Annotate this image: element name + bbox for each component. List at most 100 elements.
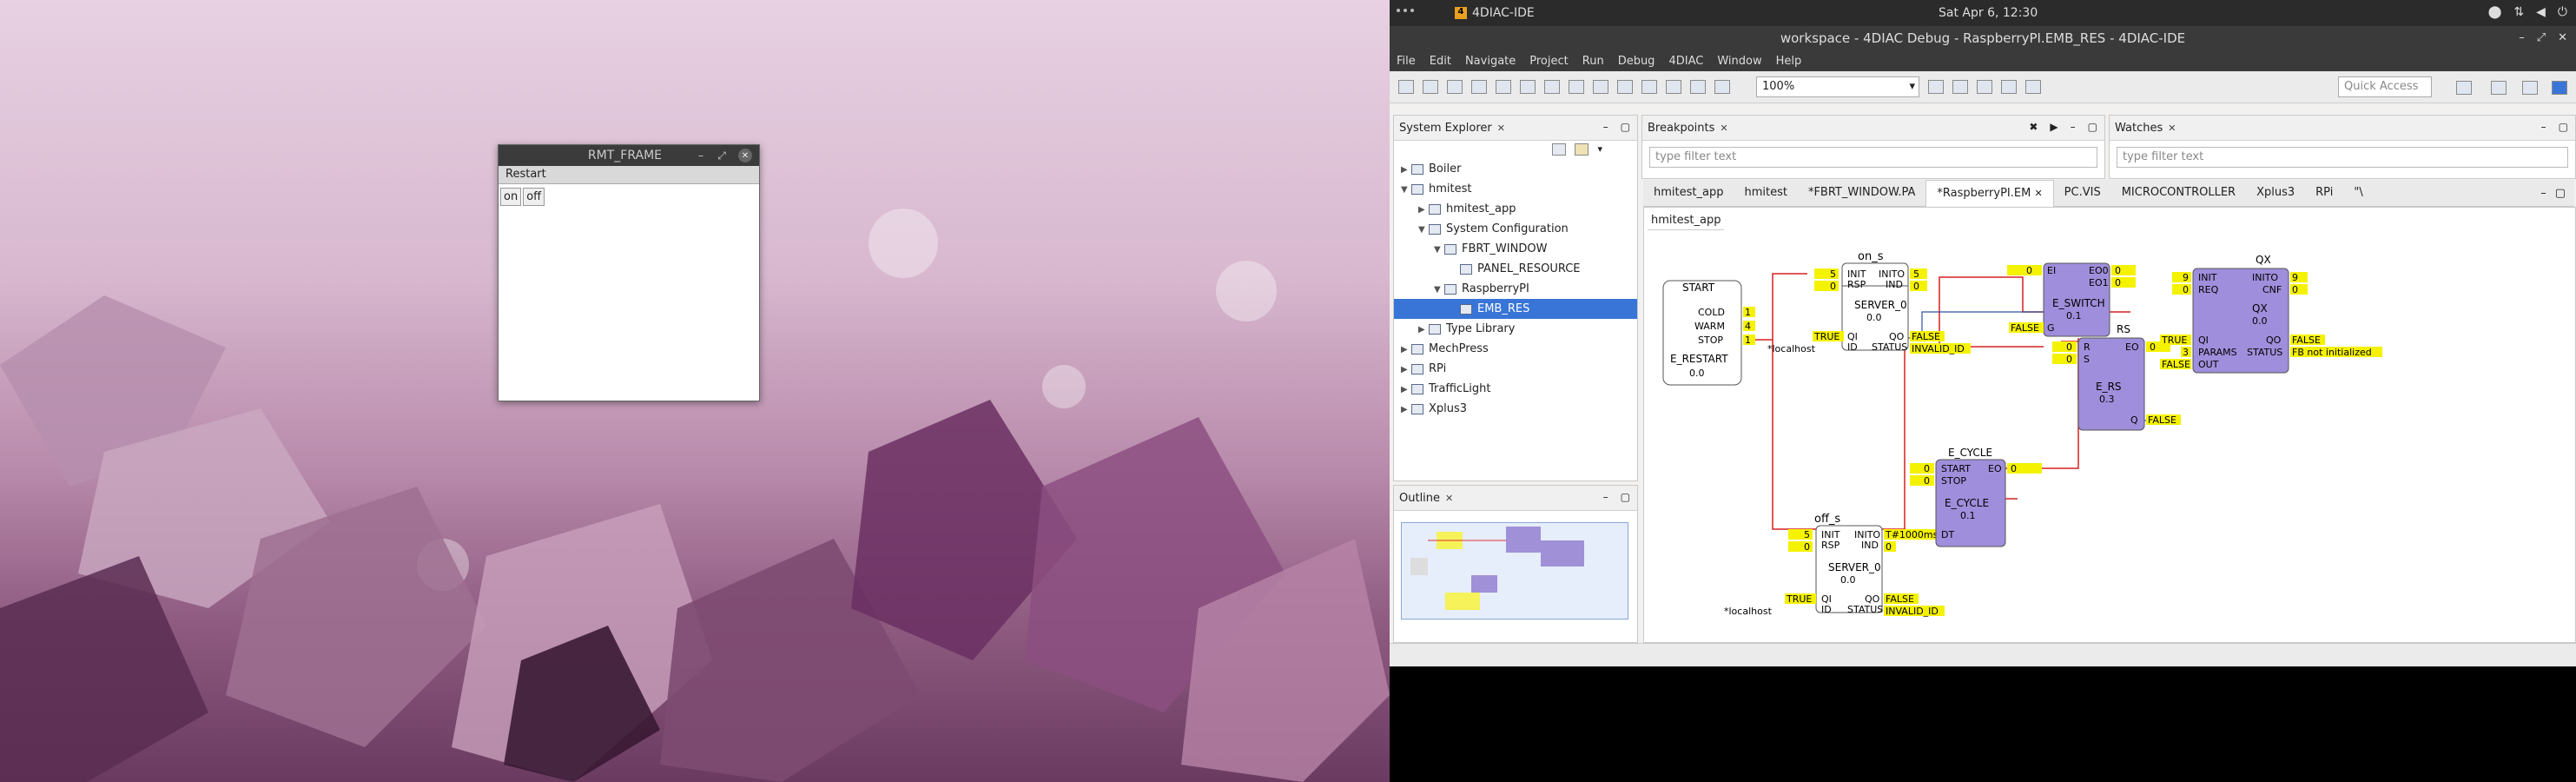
close-icon[interactable]: ✕: [1720, 123, 1727, 134]
watch-value[interactable]: 0: [1830, 281, 1836, 292]
align-left-icon[interactable]: [1928, 80, 1944, 94]
redo-icon[interactable]: [1714, 80, 1730, 94]
power-icon[interactable]: ⏻: [2558, 5, 2567, 19]
panel-title[interactable]: Breakpoints: [1648, 122, 1714, 135]
collapse-all-icon[interactable]: [1552, 143, 1567, 156]
delete-icon[interactable]: [1520, 80, 1536, 94]
minimize-icon[interactable]: –: [2519, 26, 2525, 50]
tree-item-hmitest-app[interactable]: ▶ hmitest_app: [1394, 199, 1637, 219]
tree-item-hmitest[interactable]: ▼ hmitest: [1394, 179, 1637, 199]
app-menu[interactable]: 4 4DIAC-IDE: [1455, 6, 1535, 20]
port-label[interactable]: ID: [1821, 604, 1832, 615]
maximize-icon[interactable]: ⤢: [714, 149, 730, 162]
perspective-icon[interactable]: [2456, 81, 2472, 95]
watch-value[interactable]: T#1000ms: [1885, 529, 1939, 540]
rmt-frame-titlebar[interactable]: RMT_FRAME – ⤢ ✕: [499, 145, 759, 166]
watch-value[interactable]: FALSE: [2148, 414, 2176, 426]
watches-filter-input[interactable]: type filter text: [2117, 147, 2568, 168]
close-icon[interactable]: ✕: [738, 149, 752, 162]
watch-value[interactable]: 0: [2066, 341, 2072, 353]
port-label[interactable]: IND: [1861, 540, 1879, 551]
watch-value[interactable]: FALSE: [1886, 593, 1914, 605]
zoom-select[interactable]: 100% ▾: [1756, 76, 1919, 97]
close-icon[interactable]: ✕: [1445, 493, 1453, 504]
save-all-icon[interactable]: [1447, 80, 1463, 94]
align-right-icon[interactable]: [1977, 80, 1992, 94]
watch-value[interactable]: 4: [1745, 321, 1751, 332]
port-label[interactable]: G: [2047, 322, 2055, 334]
tree-item-trafficlight[interactable]: ▶ TrafficLight: [1394, 379, 1637, 399]
fb-qx[interactable]: QX INIT REQ INITO CNF QX 0.0 QI PARAMS O…: [2160, 254, 2382, 374]
watch-value[interactable]: 9: [2183, 272, 2189, 283]
menu-project[interactable]: Project: [1529, 55, 1568, 68]
port-label[interactable]: IND: [1886, 279, 1903, 290]
fb-off-s[interactable]: off_s INIT RSP INITO IND SERVER_0 0.0 QI…: [1724, 513, 1945, 617]
watch-value[interactable]: INVALID_ID: [1912, 343, 1965, 355]
menu-help[interactable]: Help: [1776, 55, 1802, 68]
menu-4diac[interactable]: 4DIAC: [1668, 55, 1703, 68]
watch-value[interactable]: 0: [2183, 284, 2189, 295]
panel-title[interactable]: System Explorer: [1399, 122, 1492, 135]
collapse-icon[interactable]: ▼: [1434, 240, 1444, 260]
watch-value[interactable]: 0: [1886, 541, 1892, 553]
expand-icon[interactable]: ▶: [1401, 380, 1411, 400]
on-button[interactable]: on: [500, 188, 522, 206]
menu-run[interactable]: Run: [1582, 55, 1604, 68]
tree-item-system-configuration[interactable]: ▼ System Configuration: [1394, 219, 1637, 239]
watch-value[interactable]: 1: [1745, 335, 1751, 346]
menu-debug[interactable]: Debug: [1618, 55, 1655, 68]
maximize-icon[interactable]: ⤢: [2537, 26, 2546, 50]
fb-network-canvas[interactable]: hmitest_app on_s INIT RSP INITO IND SERV…: [1643, 207, 2576, 643]
port-label[interactable]: STATUS: [1872, 341, 1907, 353]
volume-icon[interactable]: ◀: [2536, 5, 2546, 19]
watch-value[interactable]: TRUE: [1786, 593, 1812, 605]
port-label[interactable]: S: [2084, 354, 2090, 365]
port-label[interactable]: EO1: [2089, 277, 2109, 288]
align-center-icon[interactable]: [1952, 80, 1968, 94]
port-label[interactable]: EO0: [2089, 265, 2109, 276]
port-label[interactable]: INIT: [2198, 272, 2217, 283]
close-icon[interactable]: ✕: [2034, 188, 2042, 199]
debug-icon[interactable]: [1569, 80, 1584, 94]
watch-value[interactable]: FB not initialized: [2292, 347, 2372, 358]
undo-icon[interactable]: [1690, 80, 1706, 94]
collapse-icon[interactable]: ▼: [1434, 280, 1444, 300]
forward-icon[interactable]: [1666, 80, 1681, 94]
expand-icon[interactable]: ▶: [1401, 360, 1411, 380]
save-icon[interactable]: [1423, 80, 1438, 94]
close-icon[interactable]: ✕: [2558, 26, 2567, 50]
watch-value[interactable]: *localhost: [1724, 606, 1773, 617]
off-button[interactable]: off: [523, 188, 545, 206]
port-label[interactable]: STATUS: [2247, 347, 2282, 358]
collapse-icon[interactable]: ▼: [1418, 220, 1429, 240]
panel-title[interactable]: Watches: [2115, 122, 2163, 135]
watch-value[interactable]: 0: [2026, 265, 2032, 276]
expand-icon[interactable]: ▶: [1418, 200, 1429, 220]
maximize-icon[interactable]: ▢: [1621, 121, 1630, 133]
port-label[interactable]: Q: [2130, 414, 2138, 426]
close-icon[interactable]: ✕: [1497, 123, 1505, 134]
fb-on-s[interactable]: on_s INIT RSP INITO IND SERVER_0 0.0 QI …: [1841, 250, 1909, 353]
tree-item-emb-res[interactable]: EMB_RES: [1394, 299, 1637, 319]
align-bottom-icon[interactable]: [2025, 80, 2041, 94]
tree-item-xplus3[interactable]: ▶ Xplus3: [1394, 399, 1637, 419]
watch-value[interactable]: FALSE: [2162, 359, 2190, 370]
watch-value[interactable]: TRUE: [2161, 335, 2187, 346]
watch-value[interactable]: FALSE: [2292, 335, 2321, 346]
maximize-icon[interactable]: ▢: [2088, 121, 2097, 133]
tab-microcontroller[interactable]: MICROCONTROLLER: [2111, 180, 2246, 206]
watch-value[interactable]: TRUE: [1813, 331, 1840, 342]
minimize-icon[interactable]: –: [2541, 121, 2546, 133]
tree-item-fbrt-window[interactable]: ▼ FBRT_WINDOW: [1394, 239, 1637, 259]
port-label[interactable]: START: [1941, 463, 1971, 474]
remove-breakpoint-icon[interactable]: ✖: [2029, 121, 2038, 133]
tab-pc-vis[interactable]: PC.VIS: [2054, 180, 2111, 206]
expand-icon[interactable]: ▶: [1401, 160, 1411, 180]
tree-item-mechpress[interactable]: ▶ MechPress: [1394, 339, 1637, 359]
port-label[interactable]: COLD: [1698, 307, 1725, 318]
minimize-icon[interactable]: –: [1603, 121, 1608, 133]
watch-value[interactable]: *localhost: [1767, 343, 1816, 355]
port-label[interactable]: EI: [2047, 265, 2056, 276]
watch-value[interactable]: 0: [1924, 463, 1930, 474]
tab-fbrt-window[interactable]: *FBRT_WINDOW.PA: [1798, 180, 1925, 206]
